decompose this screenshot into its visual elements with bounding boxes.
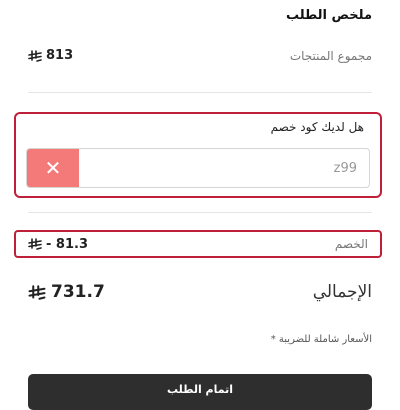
tax-note: * الأسعار شاملة للضريبة: [270, 334, 372, 345]
discount-value: - 81.3: [46, 236, 88, 252]
total-label: الإجمالي: [312, 282, 372, 302]
total-amount: 731.7: [28, 282, 105, 302]
subtotal-label: مجموع المنتجات: [289, 48, 372, 63]
divider: [28, 212, 372, 213]
subtotal-row: 813 مجموع المنتجات: [28, 48, 372, 63]
saudi-riyal-icon: [28, 49, 42, 62]
coupon-section: هل لديك كود خصم ✕: [14, 112, 382, 198]
order-summary-title: ملخص الطلب: [285, 8, 372, 23]
saudi-riyal-icon: [28, 284, 46, 300]
discount-row: - 81.3 الخصم: [14, 230, 382, 258]
close-icon: ✕: [44, 156, 62, 180]
coupon-input[interactable]: [79, 149, 369, 187]
coupon-field: ✕: [26, 148, 370, 188]
saudi-riyal-icon: [28, 238, 42, 250]
total-value: 731.7: [51, 282, 105, 302]
discount-amount: - 81.3: [28, 237, 88, 252]
coupon-clear-button[interactable]: ✕: [27, 149, 79, 187]
coupon-label: هل لديك كود خصم: [270, 120, 364, 134]
checkout-button-label: اتمام الطلب: [166, 383, 234, 396]
divider: [28, 92, 372, 93]
discount-label: الخصم: [334, 237, 368, 251]
subtotal-amount: 813: [28, 48, 73, 63]
subtotal-value: 813: [46, 48, 74, 63]
checkout-button[interactable]: اتمام الطلب: [28, 374, 372, 410]
total-row: 731.7 الإجمالي: [28, 282, 372, 302]
